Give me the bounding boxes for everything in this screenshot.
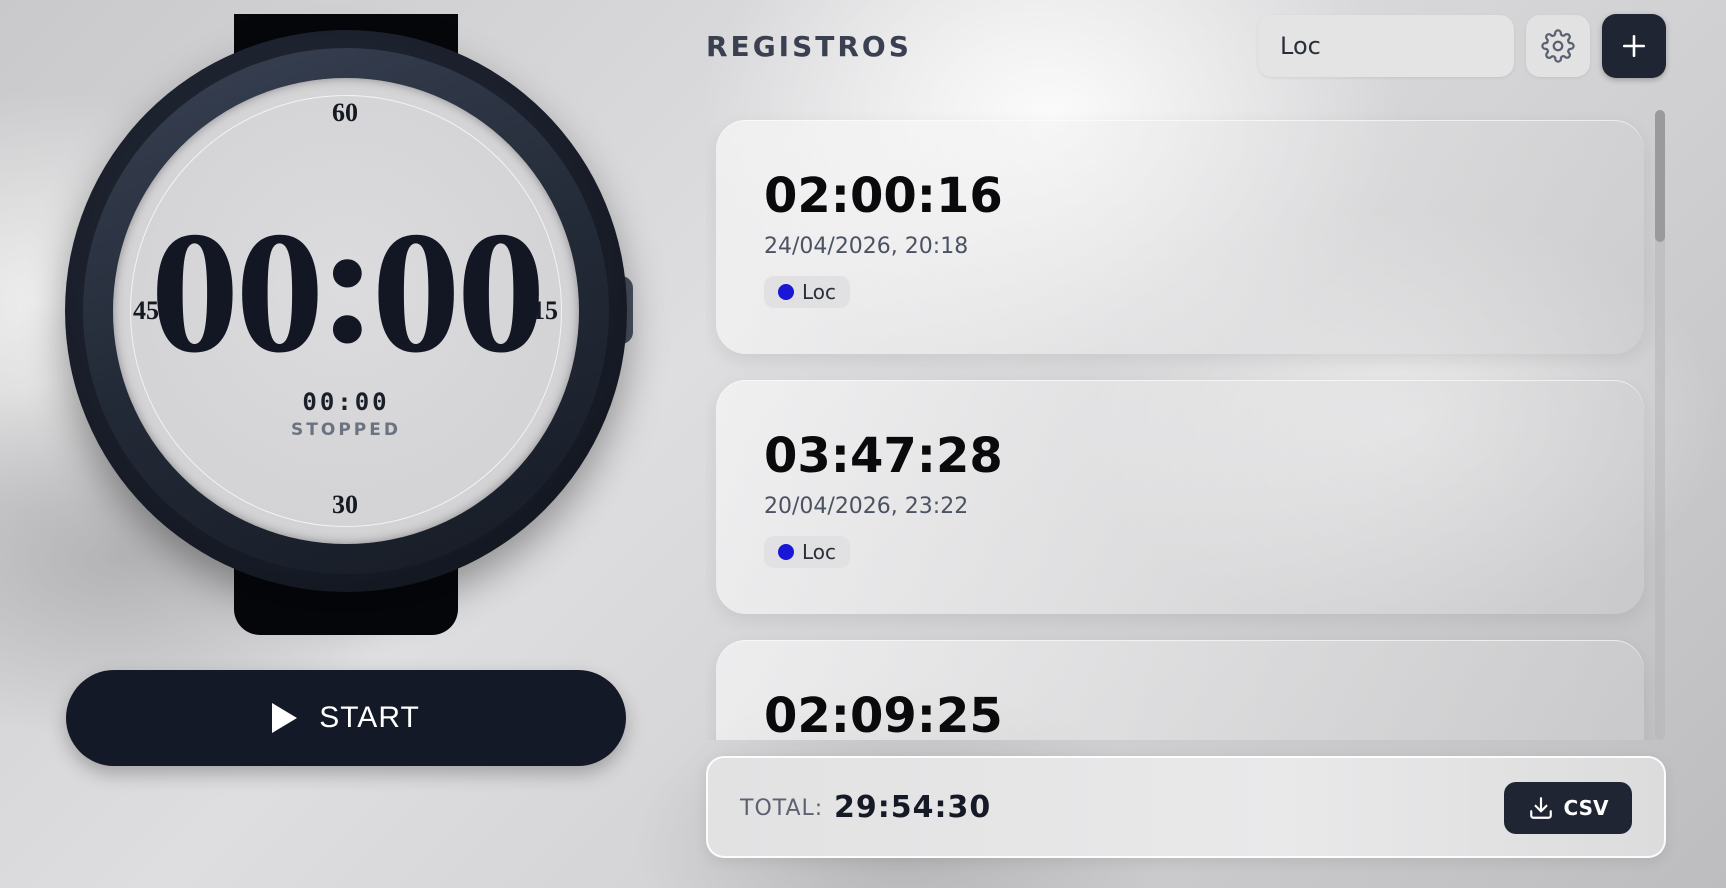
gear-icon	[1541, 29, 1575, 63]
small-time-display: 00:00	[302, 388, 390, 416]
record-card[interactable]: 03:47:28 20/04/2026, 23:22 Loc	[716, 380, 1644, 614]
record-tag-label: Loc	[802, 280, 837, 304]
play-icon	[272, 703, 298, 733]
records-scrollbar[interactable]	[1655, 110, 1665, 740]
record-duration: 02:00:16	[764, 168, 1003, 224]
total-bar: TOTAL: 29:54:30 CSV	[706, 756, 1666, 858]
settings-button[interactable]	[1526, 15, 1590, 77]
record-tag: Loc	[764, 536, 851, 568]
total-label: TOTAL:	[740, 796, 824, 821]
record-tag: Loc	[764, 276, 851, 308]
plus-icon	[1622, 34, 1646, 58]
tick-label-bottom: 30	[332, 490, 358, 519]
record-card[interactable]: 02:09:25	[716, 640, 1644, 740]
export-csv-button[interactable]: CSV	[1504, 782, 1632, 834]
big-minutes: 00	[150, 194, 324, 390]
add-record-button[interactable]	[1602, 14, 1666, 78]
csv-button-label: CSV	[1563, 796, 1609, 820]
big-time-display: 00:00	[113, 195, 579, 379]
start-button-label: START	[319, 701, 420, 734]
start-button[interactable]: START	[66, 670, 626, 766]
scrollbar-thumb[interactable]	[1655, 110, 1665, 242]
tag-color-dot	[778, 284, 794, 300]
big-colon: :	[318, 185, 377, 380]
tick-label-top: 60	[332, 98, 358, 127]
download-icon	[1529, 797, 1552, 819]
record-date: 24/04/2026, 20:18	[764, 234, 969, 259]
big-seconds: 00	[371, 194, 546, 390]
record-card[interactable]: 02:00:16 24/04/2026, 20:18 Loc	[716, 120, 1644, 354]
page-title: REGISTROS	[706, 30, 912, 63]
record-date: 20/04/2026, 23:22	[764, 494, 969, 519]
record-tag-label: Loc	[802, 540, 837, 564]
timer-status: STOPPED	[291, 420, 401, 440]
search-input[interactable]	[1258, 15, 1514, 77]
record-duration: 03:47:28	[764, 428, 1003, 484]
records-list[interactable]: 02:00:16 24/04/2026, 20:18 Loc 03:47:28 …	[706, 100, 1666, 740]
total-value: 29:54:30	[834, 790, 992, 825]
record-duration: 02:09:25	[764, 688, 1003, 740]
tag-color-dot	[778, 544, 794, 560]
